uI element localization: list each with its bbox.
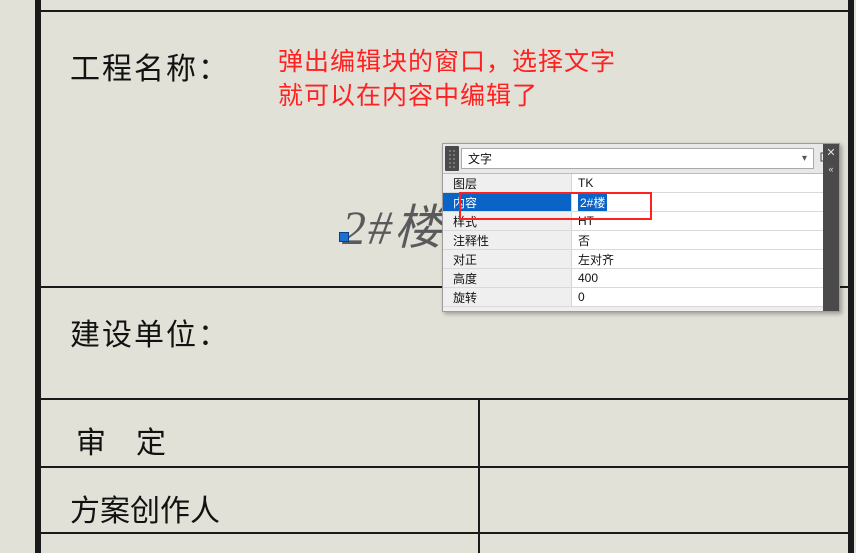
table-line xyxy=(35,398,854,400)
prop-value[interactable]: 否 xyxy=(571,231,823,249)
prop-row-rotation[interactable]: 旋转 0 xyxy=(443,288,823,307)
review-label: 审 定 xyxy=(76,418,166,462)
prop-key: 对正 xyxy=(443,250,571,268)
chevron-down-icon: ▾ xyxy=(802,153,807,164)
prop-value[interactable]: 左对齐 xyxy=(571,250,823,268)
object-type-dropdown[interactable]: 文字 ▾ xyxy=(461,148,814,169)
construction-unit-label: 建设单位： xyxy=(70,310,230,354)
prop-row-height[interactable]: 高度 400 xyxy=(443,269,823,288)
prop-key: 高度 xyxy=(443,269,571,287)
properties-panel: 文字 ▾ ✕ « 图层 TK 内容 2#楼 样式 HT 注释性 否 xyxy=(442,143,840,312)
prop-key: 图层 xyxy=(443,174,571,192)
panel-sidebar: ✕ « xyxy=(823,144,839,311)
panel-body: 图层 TK 内容 2#楼 样式 HT 注释性 否 对正 左对齐 高度 400 旋… xyxy=(443,174,823,311)
prop-key: 旋转 xyxy=(443,288,571,306)
prop-value[interactable]: 2#楼 xyxy=(571,193,823,211)
prop-row-style[interactable]: 样式 HT xyxy=(443,212,823,231)
prop-row-annotation[interactable]: 注释性 否 xyxy=(443,231,823,250)
prop-key: 样式 xyxy=(443,212,571,230)
selected-text-entity[interactable]: 2#楼 xyxy=(342,188,444,258)
project-name-label: 工程名称： xyxy=(70,44,230,88)
prop-value[interactable]: HT xyxy=(571,212,823,230)
prop-row-justify[interactable]: 对正 左对齐 xyxy=(443,250,823,269)
table-line xyxy=(35,466,854,468)
table-line xyxy=(35,10,854,12)
object-type-label: 文字 xyxy=(468,150,492,167)
selection-grip[interactable] xyxy=(339,232,349,242)
prop-row-content[interactable]: 内容 2#楼 xyxy=(443,193,823,212)
table-vline xyxy=(478,398,480,553)
author-label: 方案创作人 xyxy=(70,486,220,530)
annotation-line2: 就可以在内容中编辑了 xyxy=(278,80,616,114)
table-line xyxy=(35,532,854,534)
prop-value[interactable]: 400 xyxy=(571,269,823,287)
prop-row-layer[interactable]: 图层 TK xyxy=(443,174,823,193)
panel-header: 文字 ▾ xyxy=(443,144,839,174)
annotation-text: 弹出编辑块的窗口，选择文字 就可以在内容中编辑了 xyxy=(278,46,616,114)
close-icon[interactable]: ✕ xyxy=(826,146,835,160)
expand-icon[interactable]: « xyxy=(828,162,833,176)
prop-key: 内容 xyxy=(443,193,571,211)
prop-value[interactable]: 0 xyxy=(571,288,823,306)
prop-key: 注释性 xyxy=(443,231,571,249)
prop-value[interactable]: TK xyxy=(571,174,823,192)
prop-value-edit[interactable]: 2#楼 xyxy=(578,194,607,211)
panel-drag-handle[interactable] xyxy=(445,146,459,171)
annotation-line1: 弹出编辑块的窗口，选择文字 xyxy=(278,46,616,80)
